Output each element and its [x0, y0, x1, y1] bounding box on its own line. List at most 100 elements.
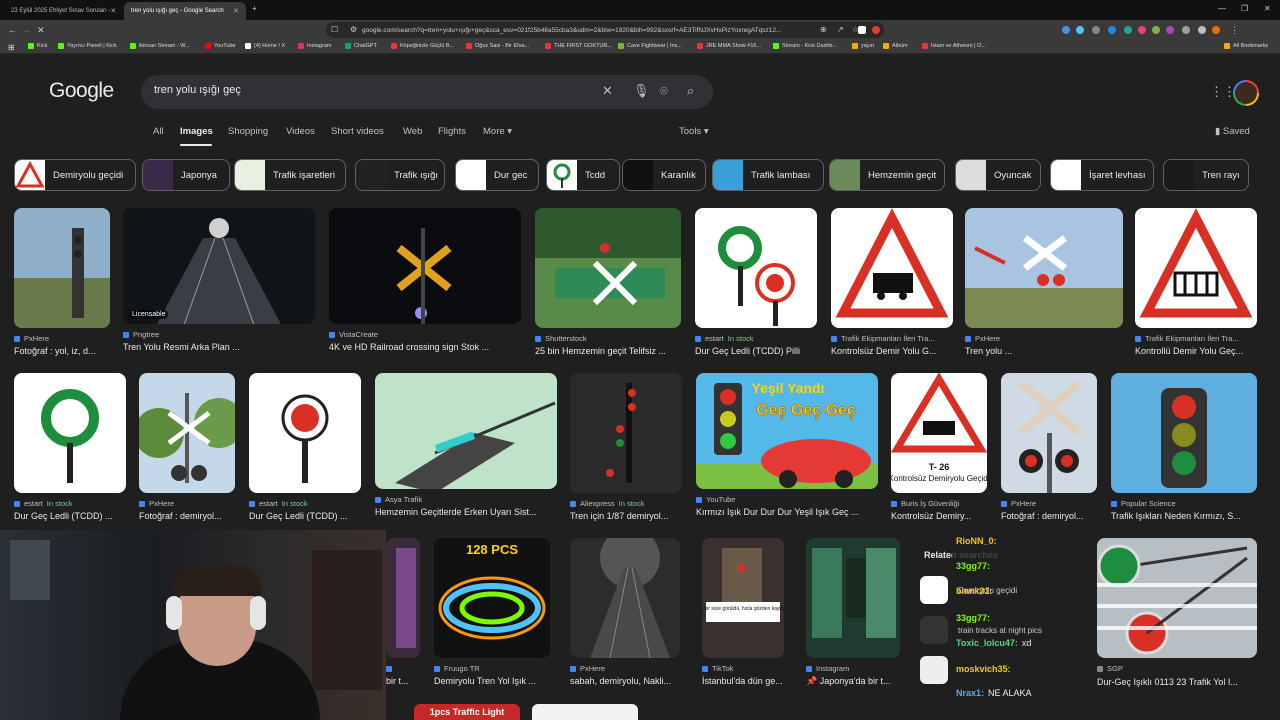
- extension-icon[interactable]: [1076, 26, 1084, 34]
- image-thumbnail[interactable]: [532, 704, 638, 720]
- chip-3[interactable]: Trafik ışığı: [355, 159, 445, 191]
- chip-5[interactable]: Tcdd: [546, 159, 620, 191]
- image-source[interactable]: PxHere: [1001, 499, 1097, 508]
- image-title[interactable]: bir t...: [386, 676, 420, 686]
- bookmark-item[interactable]: Stream - Kick Dashb...: [773, 43, 837, 49]
- image-title[interactable]: Kontrolsüz Demir Yolu G...: [831, 346, 953, 356]
- close-window-icon[interactable]: ✕: [1264, 4, 1271, 13]
- image-source[interactable]: PxHere: [139, 499, 235, 508]
- image-title[interactable]: sabah, demiryolu, Nakli...: [570, 676, 680, 686]
- image-thumbnail[interactable]: [375, 373, 557, 489]
- image-source[interactable]: Asya Trafik: [375, 495, 557, 504]
- tab-web[interactable]: Web: [403, 126, 422, 137]
- image-thumbnail[interactable]: [806, 538, 900, 658]
- account-avatar[interactable]: [1233, 80, 1259, 106]
- image-title[interactable]: Dur Geç Ledli (TCDD) ...: [249, 511, 361, 521]
- image-title[interactable]: Dur Geç Ledli (TCDD) Pilli: [695, 346, 817, 356]
- image-title[interactable]: Tren Yolu Resmi Arka Plan ...: [123, 342, 315, 352]
- restore-icon[interactable]: ❐: [1241, 4, 1248, 13]
- chip-4[interactable]: Dur gec: [455, 159, 539, 191]
- image-source[interactable]: Aliexpress In stock: [570, 499, 682, 508]
- image-source[interactable]: VistaCreate: [329, 330, 521, 339]
- bookmark-item[interactable]: İslam ve Atheism | O...: [922, 43, 986, 49]
- related-thumb[interactable]: [920, 616, 948, 644]
- back-icon[interactable]: ←: [8, 24, 17, 36]
- image-thumbnail[interactable]: [965, 208, 1123, 328]
- bookmark-item[interactable]: ChatGPT: [345, 43, 377, 49]
- bookmark-item[interactable]: Albüm: [883, 43, 908, 49]
- image-source[interactable]: Trafik Ekipmanları İleri Tra...: [831, 334, 953, 343]
- image-source[interactable]: PxHere: [570, 664, 680, 673]
- google-logo[interactable]: Google: [49, 79, 114, 103]
- microphone-icon[interactable]: 🎙: [633, 83, 650, 99]
- close-icon[interactable]: ✕: [110, 7, 116, 15]
- tab-ehliyet[interactable]: 23 Eylül 2025 Ehliyet Sınav Soruları - ✕: [4, 2, 122, 20]
- image-thumbnail[interactable]: Kısa bir süre görüldü, hızla gözden kayb…: [702, 538, 784, 658]
- image-source[interactable]: estart In stock: [249, 499, 361, 508]
- bookmark-item[interactable]: ikinsan Stream - W...: [130, 43, 190, 49]
- bookmark-item[interactable]: yayın: [852, 43, 874, 49]
- apps-icon[interactable]: ⊞: [8, 43, 15, 52]
- image-thumbnail[interactable]: 1pcs Traffic Light: [414, 704, 520, 720]
- chip-0[interactable]: Demiryolu geçidi: [14, 159, 136, 191]
- image-thumbnail[interactable]: [570, 538, 680, 658]
- image-thumbnail[interactable]: [831, 208, 953, 328]
- image-thumbnail[interactable]: [535, 208, 681, 328]
- image-title[interactable]: Fotoğraf : yol, iz, d...: [14, 346, 110, 356]
- tab-more[interactable]: More ▾: [483, 126, 512, 137]
- image-source[interactable]: Popular Science: [1111, 499, 1257, 508]
- image-title[interactable]: 4K ve HD Railroad crossing sign Stok ...: [329, 342, 521, 352]
- image-thumbnail[interactable]: 128 PCS: [434, 538, 550, 658]
- tab-flights[interactable]: Flights: [438, 126, 466, 137]
- image-thumbnail[interactable]: [386, 538, 420, 658]
- bookmark-item[interactable]: Instagram: [298, 43, 331, 49]
- image-title[interactable]: Kırmızı Işık Dur Dur Dur Yeşil Işık Geç …: [696, 507, 878, 517]
- image-title[interactable]: Hemzemin Geçitlerde Erken Uyarı Sist...: [375, 507, 557, 517]
- image-title[interactable]: 25 bin Hemzemin geçit Telifsiz ...: [535, 346, 681, 356]
- extension-red-icon[interactable]: [872, 26, 880, 34]
- camera-search-icon[interactable]: ⌾: [660, 83, 668, 99]
- saved-button[interactable]: ▮ Saved: [1215, 126, 1250, 137]
- image-title[interactable]: 📌 Japonya'da bir t...: [806, 676, 900, 687]
- extension-icon[interactable]: [1124, 26, 1132, 34]
- chip-10[interactable]: İşaret levhası: [1050, 159, 1154, 191]
- image-title[interactable]: Dur-Geç Işıklı 0113 23 Trafik Yol I...: [1097, 677, 1257, 687]
- bookmark-item[interactable]: JRE MMA Show #16...: [697, 43, 761, 49]
- address-bar[interactable]: google.com/search?q=tren+yolu+ışığı+geç&…: [326, 22, 884, 38]
- tab-all[interactable]: All: [153, 126, 164, 137]
- image-title[interactable]: Kontrolsüz Demiry...: [891, 511, 987, 521]
- chip-7[interactable]: Trafik lambası: [712, 159, 824, 191]
- image-title[interactable]: Tren için 1/87 demiryol...: [570, 511, 682, 521]
- related-thumb[interactable]: [920, 576, 948, 604]
- bookmark-item[interactable]: YouTube: [205, 43, 236, 49]
- image-thumbnail[interactable]: [249, 373, 361, 493]
- stop-icon[interactable]: ✕: [37, 24, 45, 36]
- search-icon[interactable]: ⌕: [687, 83, 694, 99]
- image-thumbnail[interactable]: Yeşil Yandı Geç Geç Geç: [696, 373, 878, 489]
- image-source[interactable]: TikTok: [702, 664, 784, 673]
- related-search-text[interactable]: train tracks at night pics: [958, 626, 1042, 635]
- chip-1[interactable]: Japonya: [142, 159, 230, 191]
- image-thumbnail[interactable]: [1135, 208, 1257, 328]
- image-title[interactable]: Demiryolu Tren Yol Işık ...: [434, 676, 550, 686]
- extension-shield-icon[interactable]: [858, 26, 866, 34]
- search-box[interactable]: ✕ 🎙 ⌾ ⌕: [141, 75, 713, 109]
- image-result[interactable]: [1097, 538, 1257, 658]
- bookmark-item[interactable]: THE FIRST GOKTUR...: [545, 43, 612, 49]
- image-source[interactable]: YouTube: [696, 495, 878, 504]
- image-source[interactable]: Instagram: [806, 664, 900, 673]
- image-thumbnail[interactable]: [139, 373, 235, 493]
- forward-icon[interactable]: →: [22, 24, 31, 36]
- search-input[interactable]: [154, 84, 574, 96]
- image-source[interactable]: PxHere: [965, 334, 1123, 343]
- clear-icon[interactable]: ✕: [602, 83, 613, 99]
- image-source[interactable]: Shutterstock: [535, 334, 681, 343]
- image-thumbnail[interactable]: [14, 373, 126, 493]
- image-title[interactable]: Kontrollü Demir Yolu Geç...: [1135, 346, 1257, 356]
- extension-icon[interactable]: [1092, 26, 1100, 34]
- image-source[interactable]: Fruugo TR: [434, 664, 550, 673]
- downloads-icon[interactable]: [1198, 26, 1206, 34]
- image-title[interactable]: İstanbul'da dün ge...: [702, 676, 784, 686]
- tab-images[interactable]: Images: [180, 126, 213, 137]
- image-title[interactable]: Fotoğraf : demiryol...: [139, 511, 235, 521]
